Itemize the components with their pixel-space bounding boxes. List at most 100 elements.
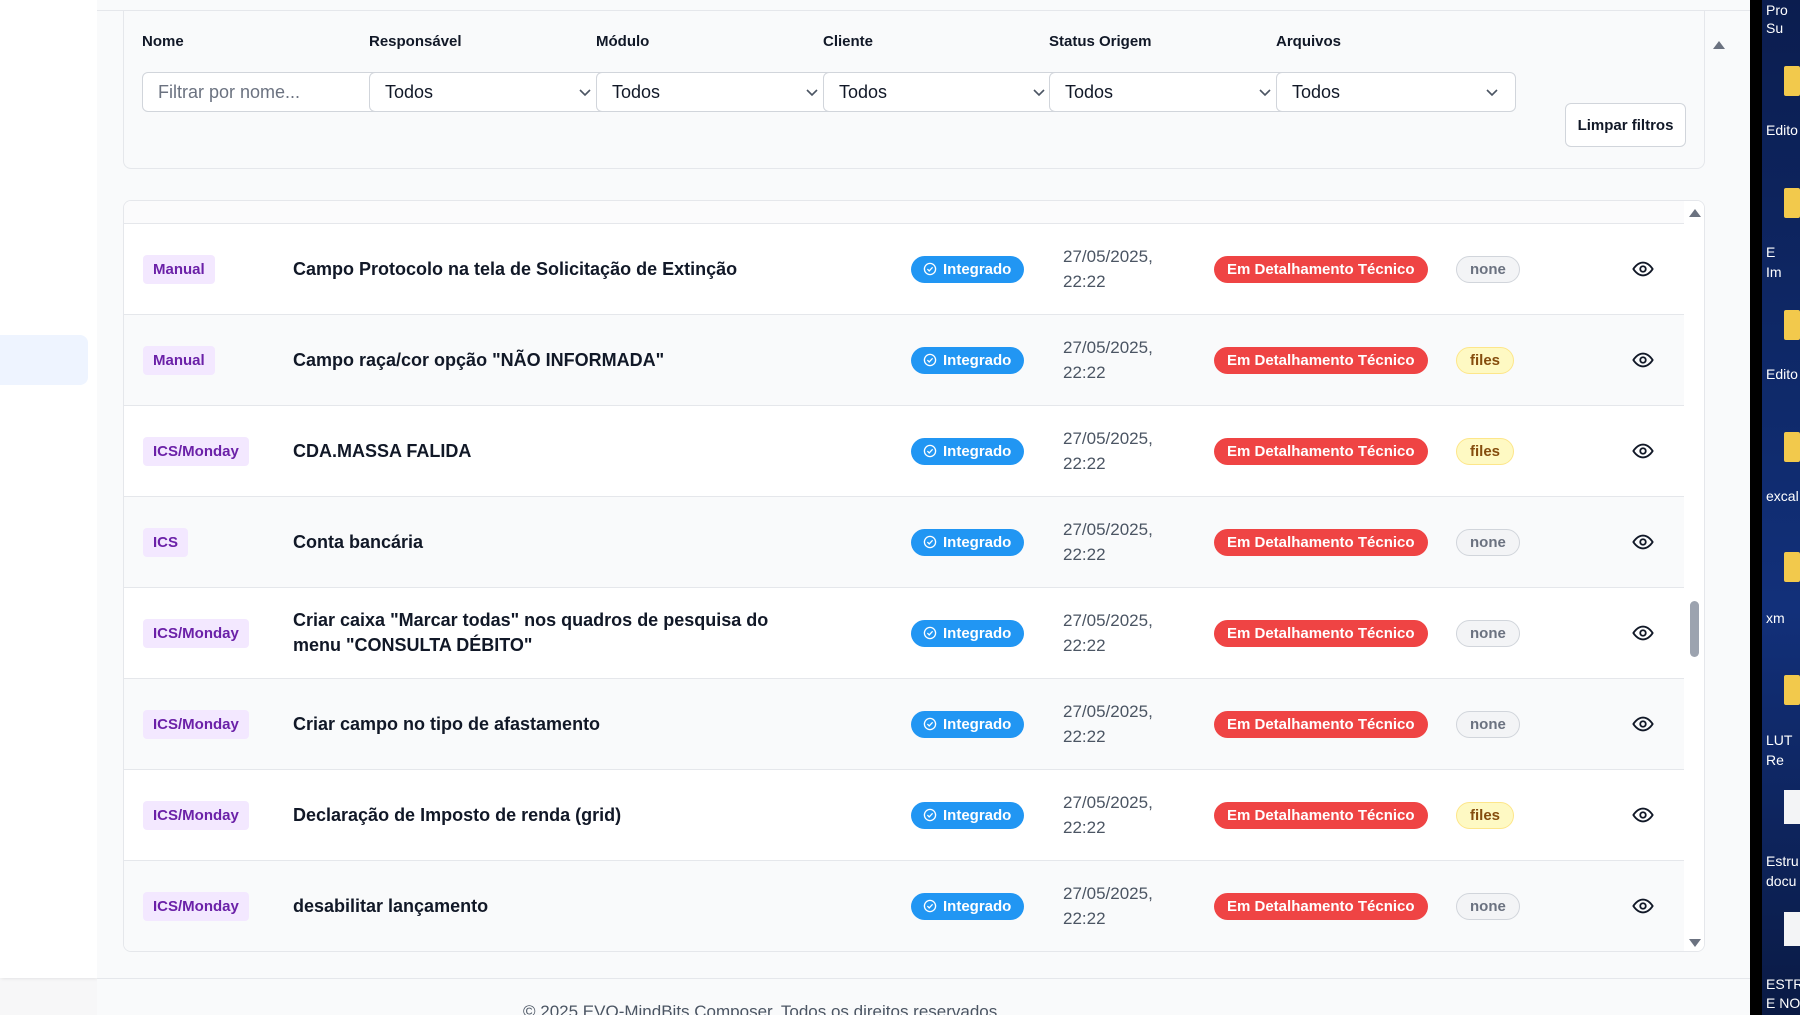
filter-responsavel-label: Responsável [369, 33, 462, 49]
date-text: 27/05/2025, [1063, 884, 1153, 903]
view-button[interactable] [1628, 861, 1658, 951]
files-cell: none [1456, 861, 1520, 951]
requirement-title[interactable]: Campo Protocolo na tela de Solicitação d… [293, 224, 813, 314]
table-scrollbar[interactable] [1685, 201, 1704, 951]
table-row[interactable]: ICS/Monday Declaração de Imposto de renda… [124, 770, 1684, 861]
desktop-label: Im [1766, 264, 1782, 280]
folder-icon[interactable] [1784, 66, 1800, 96]
desktop-label: E NO [1766, 995, 1800, 1011]
integration-label: Integrado [943, 624, 1012, 642]
date-text: 27/05/2025, [1063, 520, 1153, 539]
requirement-title[interactable]: Criar campo no tipo de afastamento [293, 679, 813, 769]
cliente-select[interactable]: Todos [823, 72, 1063, 112]
view-button[interactable] [1628, 679, 1658, 769]
view-button[interactable] [1628, 770, 1658, 860]
requirement-title[interactable]: desabilitar lançamento [293, 861, 813, 951]
origin-badge: ICS [143, 527, 189, 557]
scroll-up-arrow-icon[interactable] [1713, 41, 1725, 49]
origin-badge: Manual [143, 254, 215, 284]
document-icon[interactable] [1784, 912, 1800, 946]
integration-label: Integrado [943, 533, 1012, 551]
desktop-edge [1750, 0, 1762, 1015]
view-button[interactable] [1628, 224, 1658, 314]
status-origem-select[interactable]: Todos [1049, 72, 1289, 112]
folder-icon[interactable] [1784, 675, 1800, 705]
time-text: 22:22 [1063, 909, 1106, 928]
integration-badge: Integrado [911, 528, 1025, 556]
view-button[interactable] [1628, 315, 1658, 405]
responsavel-select[interactable]: Todos [369, 72, 609, 112]
integration-badge: Integrado [911, 801, 1025, 829]
view-button[interactable] [1628, 406, 1658, 496]
table-row[interactable]: Manual Campo raça/cor opção "NÃO INFORMAD… [124, 315, 1684, 406]
date-text: 27/05/2025, [1063, 338, 1153, 357]
time-text: 22:22 [1063, 454, 1106, 473]
files-cell: none [1456, 679, 1520, 769]
origin-badge: ICS/Monday [143, 436, 249, 466]
requirement-title[interactable]: Declaração de Imposto de renda (grid) [293, 770, 813, 860]
integration-badge: Integrado [911, 892, 1025, 920]
clear-filters-button[interactable]: Limpar filtros [1565, 103, 1686, 147]
scroll-up-arrow-icon[interactable] [1689, 209, 1701, 217]
table-row[interactable]: Manual Campo Protocolo na tela de Solicit… [124, 224, 1684, 315]
filter-modulo-label: Módulo [596, 33, 650, 49]
scrollbar-thumb[interactable] [1690, 601, 1699, 657]
requirement-title[interactable]: CDA.MASSA FALIDA [293, 406, 813, 496]
files-cell: none [1456, 588, 1520, 678]
integration-label: Integrado [943, 806, 1012, 824]
filter-nome-label: Nome [142, 33, 184, 49]
document-icon[interactable] [1784, 790, 1800, 824]
files-badge: files [1456, 346, 1515, 374]
chevron-down-icon [806, 89, 818, 97]
origin-cell: ICS/Monday [143, 770, 249, 860]
check-circle-icon [923, 717, 937, 731]
arquivos-select[interactable]: Todos [1276, 72, 1516, 112]
table-row[interactable]: ICS/Monday Criar caixa "Marcar todas" nos… [124, 588, 1684, 679]
modulo-select[interactable]: Todos [596, 72, 836, 112]
folder-icon[interactable] [1784, 552, 1800, 582]
origin-badge: ICS/Monday [143, 709, 249, 739]
files-badge: none [1456, 528, 1520, 556]
name-filter-input[interactable]: Filtrar por nome... [142, 72, 382, 112]
files-badge: none [1456, 255, 1520, 283]
integration-cell: Integrado [911, 770, 1025, 860]
footer-divider [97, 978, 1750, 979]
table-row[interactable]: ICS/Monday Criar campo no tipo de afastam… [124, 679, 1684, 770]
modulo-select-value: Todos [612, 81, 661, 102]
integration-cell: Integrado [911, 679, 1025, 769]
folder-icon[interactable] [1784, 432, 1800, 462]
eye-icon [1632, 352, 1654, 368]
desktop-label: excal [1766, 488, 1799, 504]
desktop-label: LUT [1766, 732, 1793, 748]
time-text: 22:22 [1063, 272, 1106, 291]
requirement-title[interactable]: Conta bancária [293, 497, 813, 587]
desktop-label: E [1766, 244, 1776, 260]
table-row[interactable]: ICS/Monday desabilitar lançamento Integrad… [124, 861, 1684, 951]
requirement-title[interactable]: Campo raça/cor opção "NÃO INFORMADA" [293, 315, 813, 405]
status-cell: Em Detalhamento Técnico [1214, 588, 1428, 678]
main-content: Nome Filtrar por nome... Responsável Tod… [97, 0, 1750, 1015]
scroll-down-arrow-icon[interactable] [1689, 939, 1701, 947]
folder-icon[interactable] [1784, 310, 1800, 340]
view-button[interactable] [1628, 497, 1658, 587]
filter-status-origem-label: Status Origem [1049, 33, 1152, 49]
table-row[interactable]: ICS/Monday CDA.MASSA FALIDA Integrado 27/05… [124, 406, 1684, 497]
requirement-title[interactable]: Criar caixa "Marcar todas" nos quadros d… [293, 588, 813, 678]
origin-badge: ICS/Monday [143, 891, 249, 921]
sidebar-active-item[interactable] [0, 335, 88, 385]
status-cell: Em Detalhamento Técnico [1214, 861, 1428, 951]
table-row[interactable]: ICS Conta bancária Integrado 27/05/2025, 22:… [124, 497, 1684, 588]
origin-cell: ICS/Monday [143, 588, 249, 678]
origin-cell: Manual [143, 315, 215, 405]
folder-icon[interactable] [1784, 188, 1800, 218]
status-badge: Em Detalhamento Técnico [1214, 528, 1428, 556]
origin-badge: ICS/Monday [143, 618, 249, 648]
integration-badge: Integrado [911, 255, 1025, 283]
check-circle-icon [923, 353, 937, 367]
integration-cell: Integrado [911, 588, 1025, 678]
check-circle-icon [923, 626, 937, 640]
desktop-label: xm [1766, 610, 1785, 626]
integration-badge: Integrado [911, 437, 1025, 465]
check-circle-icon [923, 444, 937, 458]
view-button[interactable] [1628, 588, 1658, 678]
